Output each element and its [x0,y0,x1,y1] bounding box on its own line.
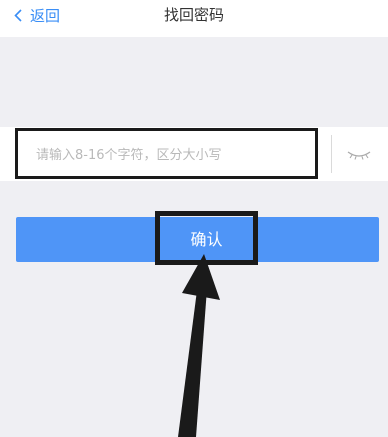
confirm-label: 确认 [190,230,223,249]
password-row: 请输入8-16个字符，区分大小写 [0,127,388,181]
nav-bar: 返回 找回密码 [0,0,388,37]
eye-closed-icon[interactable] [346,146,372,162]
confirm-highlight-box[interactable]: 确认 [155,211,258,265]
divider [331,135,332,173]
password-placeholder: 请输入8-16个字符，区分大小写 [36,148,222,163]
password-input[interactable]: 请输入8-16个字符，区分大小写 [15,128,318,179]
arrow-shaft [178,275,208,437]
page-title: 找回密码 [163,6,224,24]
